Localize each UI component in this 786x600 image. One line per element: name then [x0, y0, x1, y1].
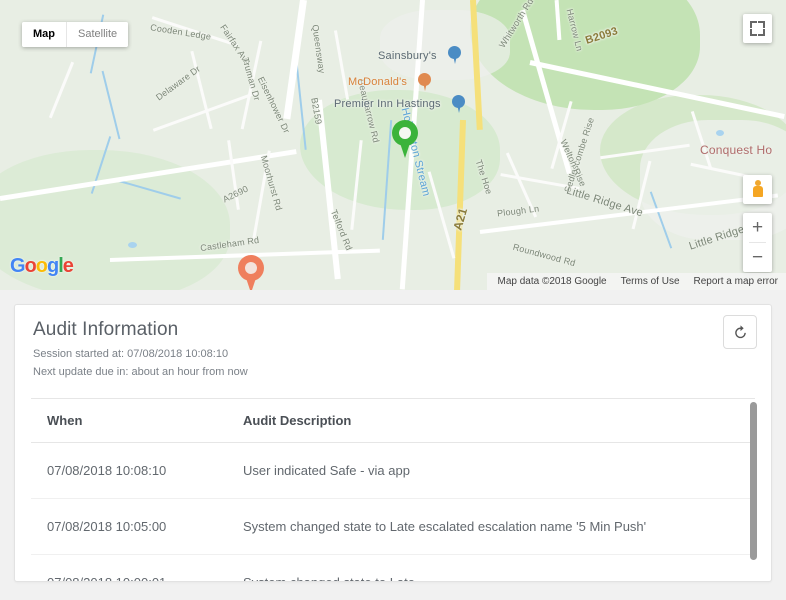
fullscreen-icon[interactable] — [743, 14, 772, 43]
refresh-arrow-glyph — [734, 324, 746, 338]
map-poi-label-mcdonalds[interactable]: McDonald's — [348, 76, 407, 88]
refresh-history-icon[interactable] — [723, 315, 757, 349]
column-header-when: When — [31, 398, 227, 443]
lodging-pin-icon[interactable] — [452, 95, 465, 113]
report-map-error-link[interactable]: Report a map error — [694, 276, 778, 287]
map-poi-label-conquest-hospital[interactable]: Conquest Ho — [700, 143, 772, 157]
cell-when: 07/08/2018 10:00:01 — [31, 554, 227, 581]
map-stream — [101, 70, 121, 140]
map-road — [190, 50, 213, 130]
terms-of-use-link[interactable]: Terms of Use — [621, 276, 680, 287]
map-type-toggle[interactable]: Map Satellite — [22, 22, 129, 47]
zoom-controls[interactable]: + − — [743, 213, 772, 272]
google-logo: Google — [10, 255, 74, 277]
zoom-in-button[interactable]: + — [743, 213, 772, 242]
map-poi-label-sainsburys[interactable]: Sainsbury's — [378, 50, 437, 62]
map-water-body — [716, 130, 724, 136]
audit-table-scrollbar[interactable] — [750, 402, 757, 560]
column-header-audit-description: Audit Description — [227, 398, 755, 443]
table-row[interactable]: 07/08/2018 10:08:10 User indicated Safe … — [31, 442, 755, 499]
street-view-pegman-icon[interactable] — [743, 175, 772, 204]
table-header-row: When Audit Description — [31, 398, 755, 443]
audit-information-card: Audit Information Session started at: 07… — [14, 304, 772, 582]
audit-table-container: When Audit Description 07/08/2018 10:08:… — [31, 398, 757, 581]
shopping-pin-icon[interactable] — [448, 46, 461, 64]
session-started-text: Session started at: 07/08/2018 10:08:10 — [33, 348, 229, 360]
audit-table: When Audit Description 07/08/2018 10:08:… — [31, 398, 755, 581]
map-road — [333, 30, 350, 100]
map-type-map-button[interactable]: Map — [22, 22, 66, 47]
map-poi-label-premier-inn[interactable]: Premier Inn Hastings — [334, 98, 441, 110]
next-update-text: Next update due in: about an hour from n… — [33, 365, 248, 378]
map-water-body — [128, 242, 137, 248]
restaurant-pin-icon[interactable] — [418, 73, 431, 91]
map-data-credit: Map data ©2018 Google — [497, 276, 607, 287]
table-row[interactable]: 07/08/2018 10:00:01 System changed state… — [31, 554, 755, 581]
cell-description: User indicated Safe - via app — [227, 442, 755, 499]
map-road-label: Delaware Dr — [154, 63, 203, 103]
map-road-label: Queensway — [310, 23, 328, 75]
cell-when: 07/08/2018 10:05:00 — [31, 498, 227, 555]
cell-when: 07/08/2018 10:08:10 — [31, 442, 227, 499]
table-row[interactable]: 07/08/2018 10:05:00 System changed state… — [31, 498, 755, 555]
map-attribution-bar: Map data ©2018 Google Terms of Use Repor… — [487, 273, 786, 290]
secondary-location-marker[interactable] — [238, 255, 264, 290]
map-road-label: A21 — [450, 206, 471, 232]
audit-table-body: 07/08/2018 10:08:10 User indicated Safe … — [31, 442, 755, 581]
audit-table-head: When Audit Description — [31, 398, 755, 443]
map-type-satellite-button[interactable]: Satellite — [66, 22, 129, 47]
map-road — [48, 61, 75, 119]
cell-description: System changed state to Late — [227, 554, 755, 581]
map-panel[interactable]: Cooden Ledge Fairfax Ave Delaware Dr Tru… — [0, 0, 786, 290]
map-road-label: Roundwood Rd — [511, 241, 577, 269]
zoom-out-button[interactable]: − — [743, 243, 772, 272]
audit-card-header: Audit Information Session started at: 07… — [15, 305, 771, 386]
primary-location-marker[interactable] — [392, 120, 418, 158]
map-urban-area — [380, 10, 510, 80]
map-road — [283, 0, 307, 120]
page-title: Audit Information — [33, 319, 179, 340]
cell-description: System changed state to Late escalated e… — [227, 498, 755, 555]
